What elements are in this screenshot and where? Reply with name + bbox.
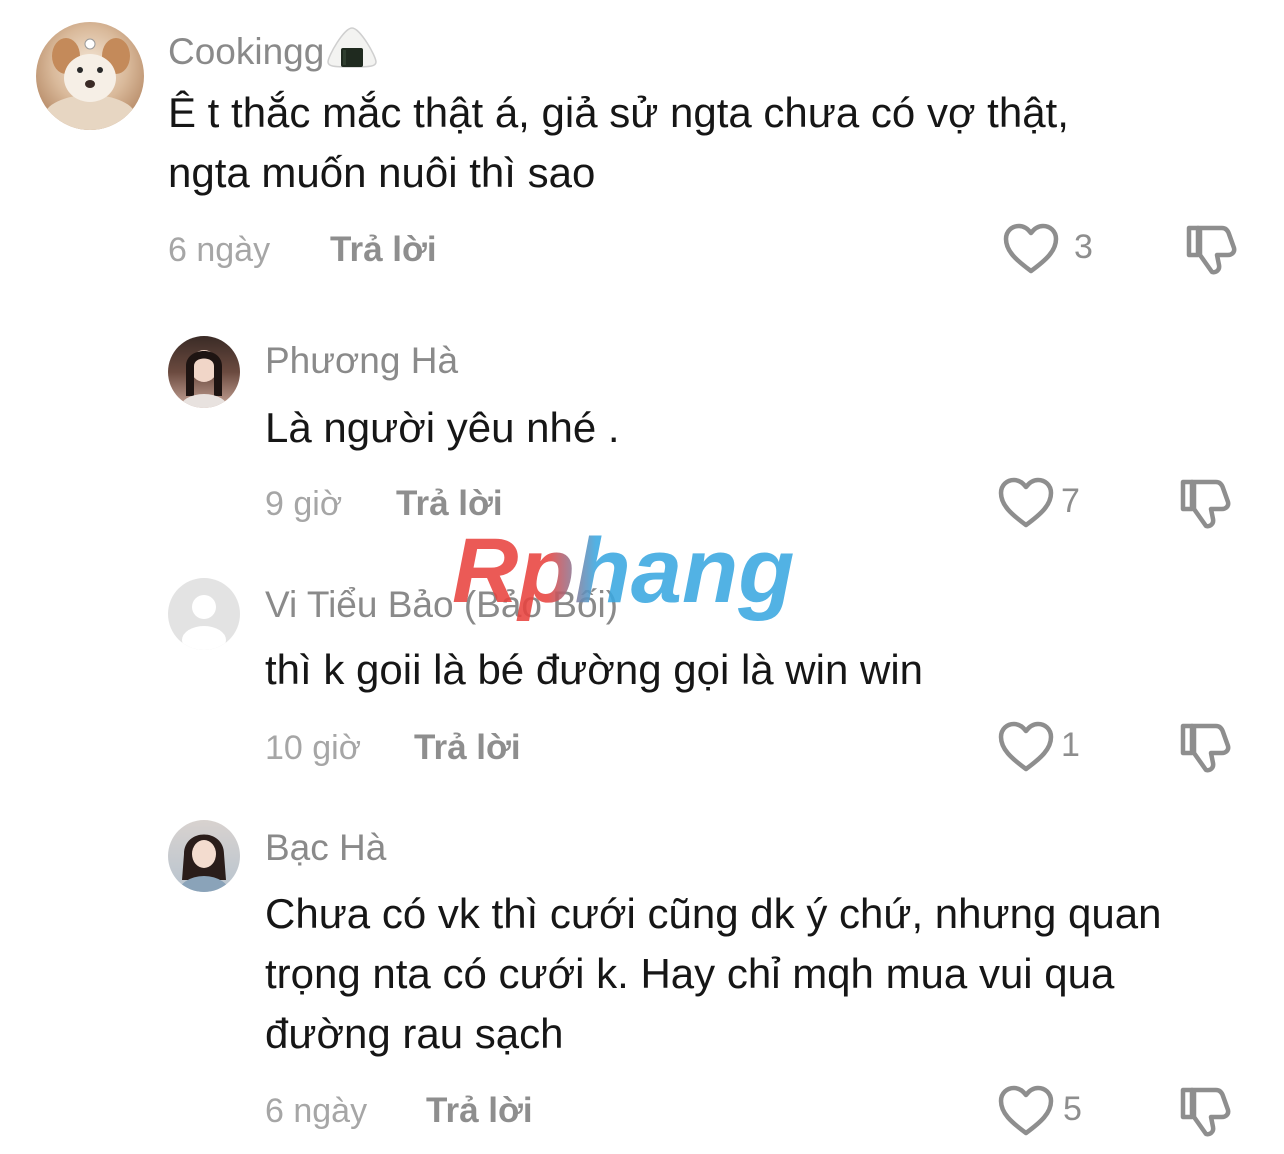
like-button[interactable]: 3 [1002,222,1112,278]
avatar-cookingg[interactable] [36,22,144,130]
heart-outline-icon [998,1085,1054,1136]
comment-username[interactable]: Cookingg [168,26,378,77]
heart-outline-icon [998,721,1054,772]
comment-time: 6 ngày [265,1092,368,1130]
comment-time: 9 giờ [265,485,343,523]
comment-text-line: Chưa có vk thì cưới cũng dk ý chứ, nhưng… [265,890,1162,937]
onigiri-icon [326,26,378,77]
like-count: 1 [1061,726,1080,764]
thumbs-down-icon [1180,723,1231,773]
like-count: 7 [1061,482,1080,520]
comment-time: 6 ngày [168,231,271,269]
comment-text-line: Ê t thắc mắc thật á, giả sử ngta chưa có… [168,89,1069,136]
dislike-button[interactable] [1178,1084,1234,1140]
heart-outline-icon [1003,223,1059,274]
thumbs-down-icon [1180,479,1231,529]
watermark-logo: Rphang [448,520,848,630]
comment-text-line: Là người yêu nhé . [265,404,620,451]
comment-time: 10 giờ [265,729,362,767]
watermark-text: Rphang [452,520,794,622]
reply-button[interactable]: Trả lời [330,230,437,270]
like-button[interactable]: 7 [997,476,1107,532]
thumbs-down-icon [1186,225,1237,275]
reply-button[interactable]: Trả lời [396,484,503,524]
comment-text-line: trọng nta có cưới k. Hay chỉ mqh mua vui… [265,950,1115,997]
avatar-phuong-ha[interactable] [168,336,240,408]
dislike-button[interactable] [1184,222,1240,278]
heart-outline-icon [998,477,1054,528]
avatar-bac-ha[interactable] [168,820,240,892]
reply-button[interactable]: Trả lời [414,728,521,768]
reply-button[interactable]: Trả lời [426,1091,533,1131]
like-button[interactable]: 1 [997,720,1107,776]
comment-username[interactable]: Bạc Hà [265,827,386,869]
thumbs-down-icon [1180,1087,1231,1137]
dislike-button[interactable] [1178,476,1234,532]
default-avatar-icon[interactable] [168,578,240,650]
comment-text-line: đường rau sạch [265,1010,564,1057]
comment-text-line: ngta muốn nuôi thì sao [168,149,596,196]
like-button[interactable]: 5 [997,1084,1107,1140]
comment-username[interactable]: Phương Hà [265,340,458,382]
comment-text-line: thì k goii là bé đường gọi là win win [265,646,924,693]
like-count: 5 [1063,1090,1082,1128]
like-count: 3 [1074,228,1093,266]
dislike-button[interactable] [1178,720,1234,776]
